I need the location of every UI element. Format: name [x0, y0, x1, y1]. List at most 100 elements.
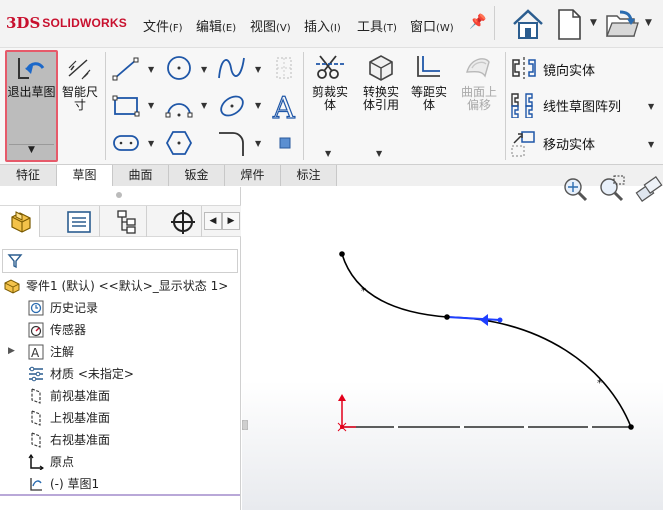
- ellipse-icon[interactable]: [217, 92, 247, 120]
- menu-window[interactable]: 窗口(W): [410, 16, 454, 35]
- filter-field[interactable]: [2, 249, 238, 273]
- circle-icon[interactable]: [165, 54, 193, 82]
- tree-item-history[interactable]: 历史记录: [28, 298, 238, 318]
- move-entities-button[interactable]: 移动实体: [510, 130, 660, 157]
- material-icon: [29, 366, 43, 382]
- chevron-down-icon[interactable]: ▼: [148, 101, 154, 110]
- arc-icon[interactable]: [165, 93, 193, 119]
- tree-item-label: 历史记录: [50, 301, 99, 315]
- mirror-entities-button[interactable]: 镜向实体: [510, 56, 660, 80]
- smart-dimension-label[interactable]: 智能尺寸: [58, 86, 102, 112]
- chevron-down-icon[interactable]: ▼: [255, 101, 261, 110]
- tree-item-origin[interactable]: 原点: [28, 452, 238, 472]
- tree-item-annotations[interactable]: A 注解: [28, 342, 238, 362]
- chevron-down-icon[interactable]: ▼: [201, 65, 207, 74]
- tree-item-label: 原点: [50, 455, 75, 469]
- new-document-icon[interactable]: [551, 6, 587, 42]
- configuration-icon: [117, 210, 136, 234]
- logo-mark: 3DS: [6, 14, 41, 32]
- menu-view[interactable]: 视图(V): [250, 16, 291, 35]
- tab-sheet-metal[interactable]: 钣金: [169, 165, 225, 186]
- tree-root-part[interactable]: 零件1 (默认) <<默认>_显示状态 1>: [4, 276, 240, 296]
- chevron-down-icon[interactable]: ▼: [325, 149, 331, 158]
- linear-pattern-button[interactable]: 线性草图阵列: [510, 92, 660, 118]
- sketch-origin-icon[interactable]: [337, 394, 356, 432]
- chevron-down-icon[interactable]: ▼: [255, 139, 261, 148]
- graphics-area[interactable]: * *: [242, 175, 663, 510]
- fillet-icon[interactable]: [217, 129, 247, 157]
- point-icon[interactable]: [278, 136, 292, 150]
- crosshair-icon: [171, 210, 195, 234]
- configuration-manager-tab[interactable]: [107, 206, 147, 237]
- tree-item-sketch1[interactable]: (-) 草图1: [28, 474, 238, 494]
- spline-midpoint[interactable]: [444, 314, 450, 320]
- polygon-icon[interactable]: [165, 129, 193, 157]
- menu-insert[interactable]: 插入(I): [304, 16, 341, 35]
- rectangle-icon[interactable]: [112, 93, 140, 119]
- move-entities-label: 移动实体: [543, 138, 596, 153]
- tree-item-right-plane[interactable]: 右视基准面: [28, 430, 238, 450]
- chevron-down-icon[interactable]: ▼: [148, 65, 154, 74]
- dimxpert-tab[interactable]: [162, 206, 202, 237]
- chevron-down-icon[interactable]: ▼: [201, 101, 207, 110]
- menu-file[interactable]: 文件(F): [143, 16, 183, 35]
- chevron-down-icon[interactable]: ▼: [9, 144, 54, 158]
- chevron-down-icon[interactable]: ▼: [645, 18, 652, 28]
- open-icon[interactable]: [604, 6, 640, 42]
- text-icon[interactable]: A: [270, 90, 300, 122]
- tab-annotation[interactable]: 标注: [281, 165, 337, 186]
- tree-item-label: 注解: [50, 345, 75, 359]
- chevron-down-icon[interactable]: ▼: [148, 139, 154, 148]
- home-icon[interactable]: [510, 6, 546, 42]
- tab-surfaces[interactable]: 曲面: [113, 165, 169, 186]
- slot-icon[interactable]: [112, 132, 140, 154]
- trim-icon[interactable]: [314, 52, 346, 82]
- menu-edit[interactable]: 编辑(E): [196, 16, 236, 35]
- menu-tools[interactable]: 工具(T): [357, 16, 397, 35]
- scroll-left-button[interactable]: ◀: [204, 212, 222, 230]
- feature-tree-tab[interactable]: [0, 206, 40, 237]
- sketch-canvas[interactable]: * *: [242, 187, 663, 510]
- smart-dimension-icon[interactable]: [66, 56, 94, 82]
- panel-splitter-handle[interactable]: [242, 420, 248, 430]
- tree-item-front-plane[interactable]: 前视基准面: [28, 386, 238, 406]
- part-icon: [11, 211, 31, 233]
- solidworks-logo[interactable]: 3DS SOLIDWORKS: [6, 12, 127, 34]
- chevron-down-icon[interactable]: ▼: [255, 65, 261, 74]
- chevron-down-icon[interactable]: ▼: [590, 18, 597, 28]
- offset-entities-icon[interactable]: [414, 52, 444, 82]
- part-name: 零件1 (默认) <<默认>_显示状态 1>: [26, 279, 229, 293]
- convert-entities-icon[interactable]: [366, 52, 396, 82]
- logo-text: SOLIDWORKS: [42, 16, 127, 30]
- offset-entities-label[interactable]: 等距实体: [406, 86, 452, 112]
- chevron-down-icon[interactable]: ▼: [648, 140, 654, 149]
- plane-grid-icon[interactable]: [272, 54, 296, 82]
- tree-item-top-plane[interactable]: 上视基准面: [28, 408, 238, 428]
- pin-icon[interactable]: 📌: [469, 14, 486, 30]
- annotation-icon: A: [28, 344, 44, 360]
- scroll-right-button[interactable]: ▶: [222, 212, 240, 230]
- convert-entities-label[interactable]: 转换实体引用: [358, 86, 404, 112]
- line-icon[interactable]: [112, 56, 140, 82]
- sensor-icon: [28, 322, 44, 338]
- tree-item-label: 右视基准面: [50, 433, 111, 447]
- plane-icon: [31, 410, 41, 426]
- property-manager-tab[interactable]: [60, 206, 100, 237]
- tab-sketch[interactable]: 草图: [57, 165, 113, 186]
- tab-weldments[interactable]: 焊件: [225, 165, 281, 186]
- sketch-spline[interactable]: [341, 253, 632, 428]
- tree-item-material[interactable]: 材质 <未指定>: [28, 364, 238, 384]
- chevron-down-icon[interactable]: ▼: [376, 149, 382, 158]
- chevron-down-icon[interactable]: ▼: [648, 102, 654, 111]
- spline-endpoint[interactable]: [339, 251, 345, 257]
- spline-icon[interactable]: [217, 54, 247, 82]
- panel-grip[interactable]: [116, 192, 122, 198]
- expand-arrow-icon[interactable]: ▶: [8, 346, 15, 356]
- command-manager: 退出草图 ▼ 智能尺寸 ▼ ▼ ▼ ▼ ▼ ▼ A ▼ ▼ 剪裁实体 ▼ 转换实…: [0, 47, 663, 164]
- tree-item-label: 材质 <未指定>: [50, 367, 134, 381]
- rollback-bar[interactable]: [0, 494, 240, 496]
- tab-features[interactable]: 特征: [0, 165, 57, 186]
- exit-sketch-button[interactable]: 退出草图 ▼: [5, 50, 58, 162]
- trim-entities-label[interactable]: 剪裁实体: [308, 86, 352, 112]
- tree-item-sensors[interactable]: 传感器: [28, 320, 238, 340]
